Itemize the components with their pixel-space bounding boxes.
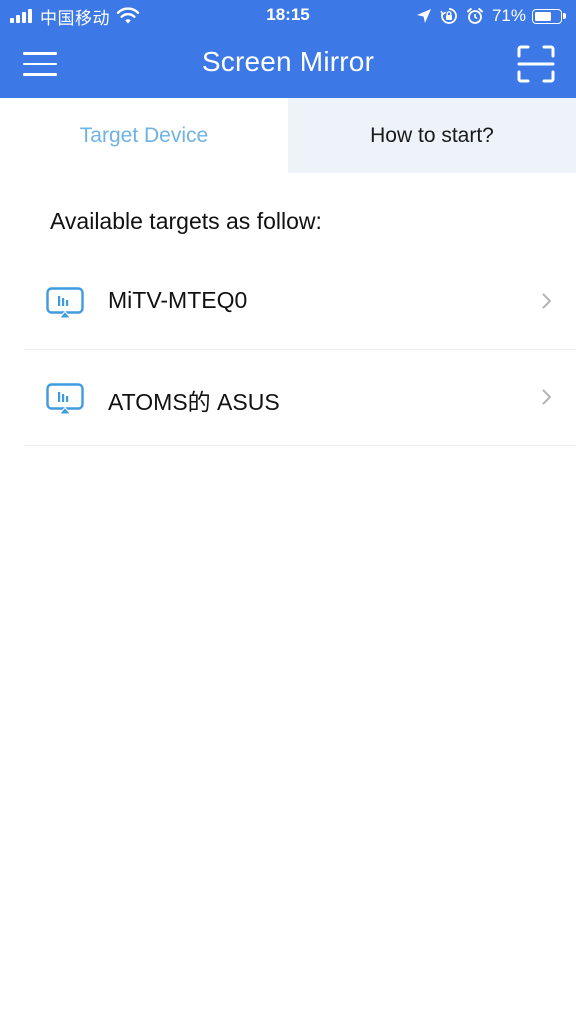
device-name: ATOMS的 ASUS [108,389,280,415]
battery-icon [532,8,562,24]
tab-how-to-start[interactable]: How to start? [288,98,576,173]
location-arrow-icon [416,9,431,23]
battery-percent: 71% [491,6,526,25]
device-item[interactable]: ATOMS的 ASUS [24,350,576,446]
cast-screen-icon [46,383,84,415]
battery-fill [535,11,552,21]
chevron-right-icon [542,389,551,405]
status-bar-right: 71% [408,5,566,27]
app-header: 中国移动 18:15 71% Screen Mirror [0,0,576,98]
chevron-right-icon [542,293,551,309]
device-item[interactable]: MiTV-MTEQ0 [24,254,576,350]
orientation-lock-icon [440,8,457,24]
status-bar: 中国移动 18:15 71% [0,0,576,32]
device-list: MiTV-MTEQ0 ATOMS的 ASUS [24,254,576,446]
section-title: Available targets as follow: [50,208,322,234]
battery-tip [563,13,566,19]
tab-target-device[interactable]: Target Device [0,98,288,173]
device-name: MiTV-MTEQ0 [108,287,248,313]
tab-bar: Target Device How to start? [0,98,576,173]
scan-icon[interactable] [516,44,556,84]
nav-bar: Screen Mirror [0,32,576,98]
cast-screen-icon [46,287,84,319]
alarm-icon [466,8,483,24]
page-title: Screen Mirror [201,46,375,77]
